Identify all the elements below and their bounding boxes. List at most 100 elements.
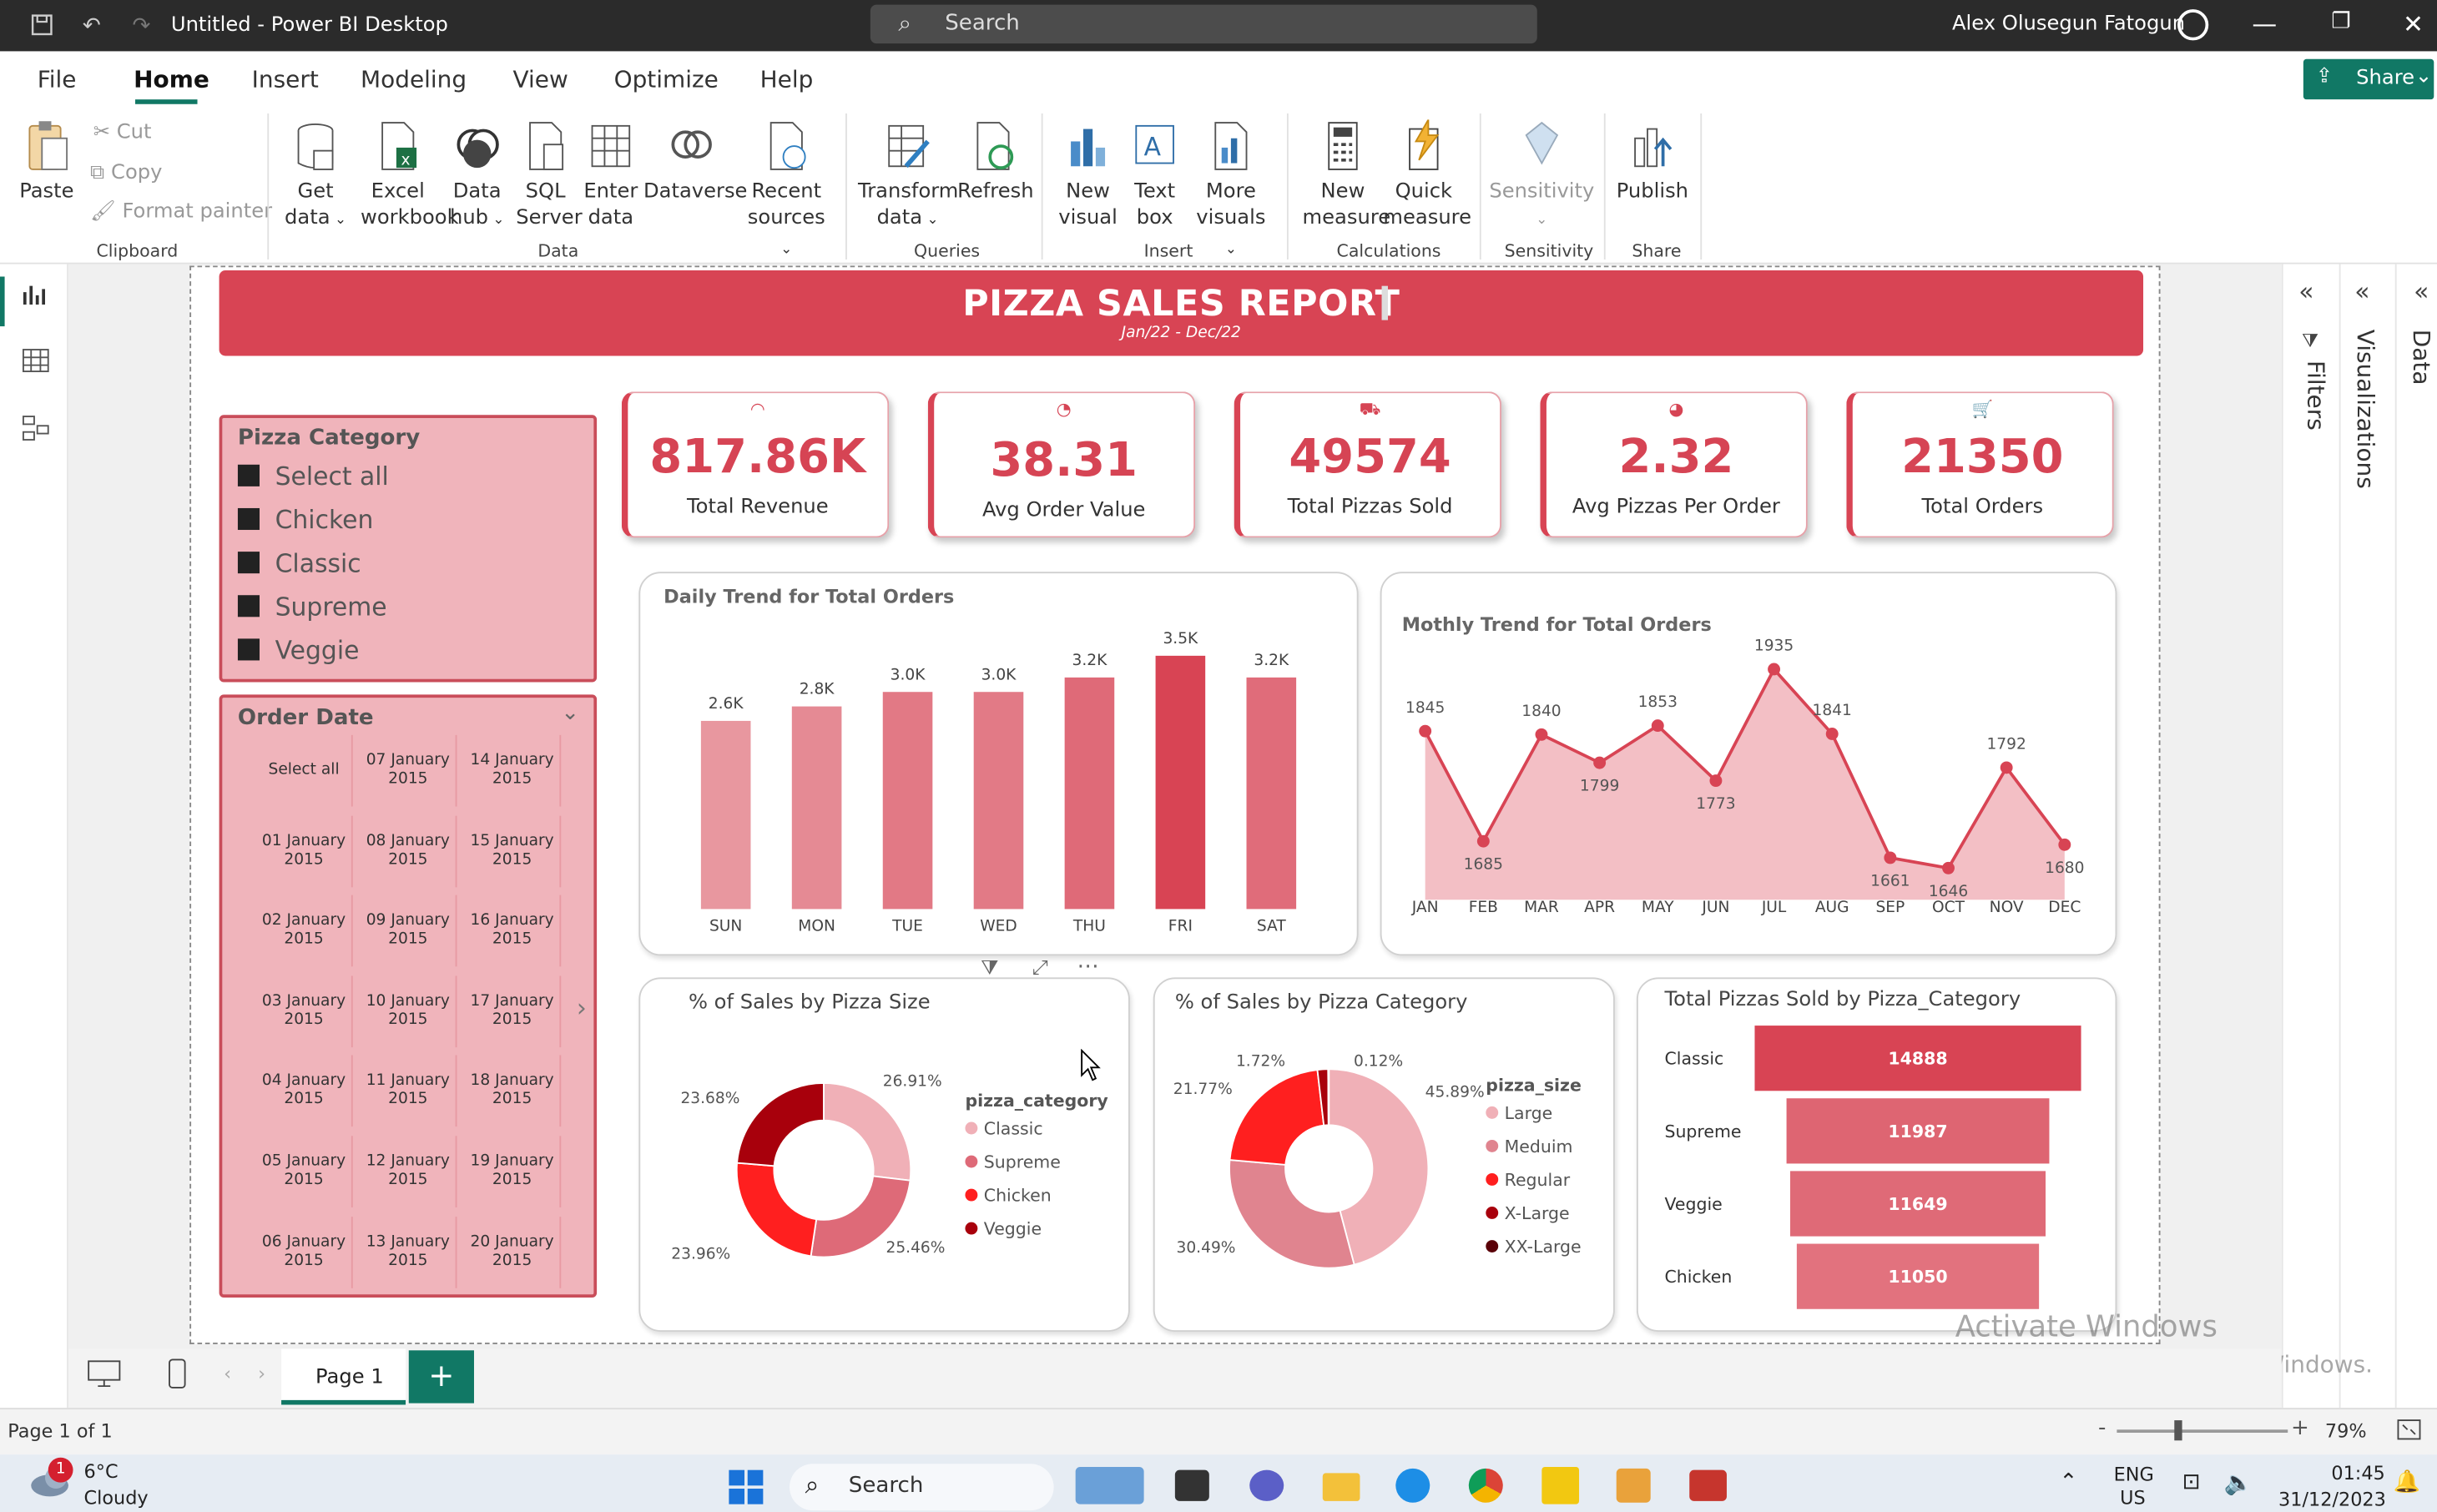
date-option[interactable]: 18 January 2015 — [465, 1056, 562, 1127]
date-option[interactable]: 14 January 2015 — [465, 734, 562, 807]
collapse-visualizations-icon[interactable]: « — [2354, 276, 2369, 305]
chrome-icon[interactable] — [1468, 1468, 1503, 1503]
date-option[interactable]: 20 January 2015 — [465, 1216, 562, 1288]
date-option[interactable]: 17 January 2015 — [465, 975, 562, 1047]
format-painter-button[interactable]: 🖌 Format painter — [90, 200, 272, 224]
save-icon[interactable] — [28, 13, 57, 41]
slicer-option-chicken[interactable]: Chicken — [237, 505, 373, 535]
collapse-filters-icon[interactable]: « — [2298, 276, 2313, 305]
checkbox[interactable] — [237, 552, 260, 574]
data-hub-button[interactable]: Data hub ⌄ — [445, 119, 510, 234]
date-option[interactable]: 02 January 2015 — [256, 895, 353, 967]
restore-icon[interactable]: ❐ — [2331, 9, 2350, 34]
date-option[interactable]: 13 January 2015 — [361, 1216, 457, 1288]
date-option[interactable]: 12 January 2015 — [361, 1136, 457, 1207]
publish-button[interactable]: Publish — [1617, 119, 1688, 204]
volume-icon[interactable]: 🔈 — [2224, 1469, 2253, 1497]
date-option[interactable]: 10 January 2015 — [361, 975, 457, 1047]
user-name[interactable]: Alex Olusegun Fatogun — [1952, 13, 2185, 36]
menu-file[interactable]: File — [38, 65, 77, 93]
menu-help[interactable]: Help — [760, 65, 814, 93]
new-visual-button[interactable]: New visual — [1057, 119, 1118, 231]
zoom-level[interactable]: 79% — [2325, 1420, 2367, 1442]
close-icon[interactable]: ✕ — [2403, 9, 2424, 38]
date-option[interactable]: 08 January 2015 — [361, 814, 457, 887]
table-view-icon[interactable] — [22, 348, 50, 379]
date-option[interactable]: 11 January 2015 — [361, 1056, 457, 1127]
sales-by-size-donut[interactable]: % of Sales by Pizza Size 26.91% 25.46% 23.… — [638, 977, 1130, 1332]
date-option[interactable]: 04 January 2015 — [256, 1056, 353, 1127]
slicer-option-classic[interactable]: Classic — [237, 548, 361, 578]
chevron-left-icon[interactable]: ‹ — [224, 1363, 231, 1384]
pizzas-sold-by-category-chart[interactable]: Total Pizzas Sold by Pizza_Category 1488… — [1636, 977, 2117, 1332]
date-option[interactable]: 19 January 2015 — [465, 1136, 562, 1207]
data-pane-tab[interactable]: Data — [2408, 330, 2436, 386]
collapse-data-icon[interactable]: « — [2414, 276, 2429, 305]
filters-pane-tab[interactable]: Filters — [2302, 360, 2330, 431]
desktop-layout-icon[interactable] — [87, 1359, 121, 1394]
date-option[interactable]: Select all — [256, 734, 353, 807]
date-option[interactable]: 03 January 2015 — [256, 975, 353, 1047]
kpi-total-pizzas-sold[interactable]: ⛟ 49574 Total Pizzas Sold — [1234, 391, 1501, 538]
language-region[interactable]: US — [2120, 1487, 2146, 1509]
redo-icon[interactable]: ↷ — [128, 13, 156, 41]
bell-icon[interactable]: 🔔 — [2394, 1470, 2420, 1495]
checkbox[interactable] — [237, 507, 260, 531]
menu-insert[interactable]: Insert — [252, 65, 319, 93]
chevron-right-icon[interactable]: › — [577, 993, 587, 1022]
cut-button[interactable]: ✂ Cut — [93, 121, 152, 144]
chevron-down-icon[interactable]: ⌄ — [561, 701, 579, 726]
undo-icon[interactable]: ↶ — [78, 13, 106, 41]
search-box[interactable]: ⌕ Search — [870, 4, 1537, 44]
menu-view[interactable]: View — [513, 65, 568, 93]
report-view-icon[interactable] — [22, 283, 47, 314]
model-view-icon[interactable] — [22, 413, 50, 447]
kpi-total-revenue[interactable]: ◠ 817.86K Total Revenue — [621, 391, 890, 538]
zoom-in-icon[interactable]: + — [2291, 1416, 2309, 1441]
copy-button[interactable]: ⧉ Copy — [90, 162, 162, 185]
daily-trend-chart[interactable]: Daily Trend for Total Orders 2.6K SUN 2.8K… — [638, 572, 1359, 956]
avatar-icon[interactable] — [2177, 9, 2209, 41]
add-page-button[interactable]: + — [408, 1350, 474, 1404]
excel-workbook-button[interactable]: x Excel workbook — [361, 119, 459, 231]
chevron-right-icon[interactable]: › — [258, 1363, 265, 1384]
sensitivity-button[interactable]: Sensitivity ⌄ — [1489, 119, 1595, 234]
date-option[interactable]: 15 January 2015 — [465, 814, 562, 887]
date-option[interactable]: 01 January 2015 — [256, 814, 353, 887]
toolbox-icon[interactable] — [1689, 1469, 1727, 1501]
file-explorer-icon[interactable] — [1322, 1473, 1360, 1501]
network-icon[interactable]: ⊡ — [2182, 1470, 2201, 1495]
order-date-slicer[interactable]: Order Date ⌄ Select all 07 January 2015 14… — [219, 694, 598, 1298]
visualizations-pane-tab[interactable]: Visualizations — [2352, 330, 2380, 489]
paste-button[interactable]: Paste — [16, 119, 78, 204]
fit-to-page-icon[interactable] — [2397, 1417, 2422, 1446]
date-option[interactable]: 07 January 2015 — [361, 734, 457, 807]
more-visuals-button[interactable]: More visuals ⌄ — [1190, 119, 1271, 264]
clock-time[interactable]: 01:45 — [2331, 1462, 2384, 1484]
sales-by-category-donut[interactable]: % of Sales by Pizza Category 45.89% 30.49… — [1153, 977, 1615, 1332]
monthly-trend-chart[interactable]: Mothly Trend for Total Orders 1845 JAN 168… — [1380, 572, 2117, 956]
date-option[interactable]: 16 January 2015 — [465, 895, 562, 967]
refresh-button[interactable]: Refresh — [957, 119, 1034, 204]
kpi-avg-order-value[interactable]: ◔ 38.31 Avg Order Value — [927, 391, 1196, 538]
recent-sources-button[interactable]: Recent sources ⌄ — [743, 119, 830, 264]
minimize-icon[interactable]: — — [2252, 9, 2277, 38]
dataverse-button[interactable]: Dataverse — [643, 119, 747, 204]
more-options-icon[interactable]: ⋯ — [1077, 954, 1099, 979]
teams-icon[interactable] — [1249, 1469, 1284, 1501]
menu-home[interactable]: Home — [134, 65, 209, 93]
language-code[interactable]: ENG — [2114, 1464, 2154, 1485]
new-measure-button[interactable]: New measure — [1303, 119, 1390, 231]
windows-start-icon[interactable] — [728, 1469, 765, 1512]
clock-date[interactable]: 31/12/2023 — [2278, 1489, 2386, 1510]
kpi-total-orders[interactable]: 🛒 21350 Total Orders — [1846, 391, 2114, 538]
checkbox[interactable] — [237, 464, 260, 486]
zoom-out-icon[interactable]: - — [2098, 1416, 2106, 1441]
pizza-category-slicer[interactable]: Pizza Category Select all Chicken Classi… — [219, 415, 598, 683]
edge-icon[interactable] — [1395, 1468, 1430, 1503]
zoom-slider-handle[interactable] — [2174, 1420, 2182, 1441]
widgets-icon[interactable] — [1075, 1466, 1144, 1504]
text-box-button[interactable]: A Text box — [1125, 119, 1184, 231]
slicer-option-select-all[interactable]: Select all — [237, 461, 389, 491]
slicer-option-veggie[interactable]: Veggie — [237, 636, 359, 665]
